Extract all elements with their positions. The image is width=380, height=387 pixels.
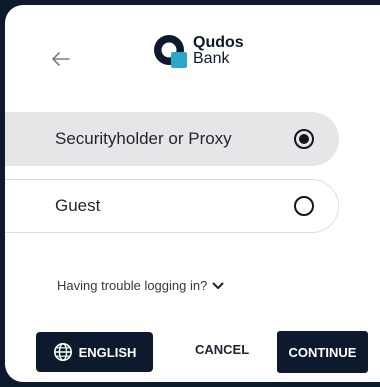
radio-button-checked[interactable] — [294, 129, 314, 149]
brand-logo: Qudos Bank — [151, 32, 244, 70]
option-label: Securityholder or Proxy — [55, 129, 232, 148]
option-securityholder[interactable]: Securityholder or Proxy — [5, 112, 339, 166]
arrow-left-icon — [52, 52, 70, 66]
language-button[interactable]: ENGLISH — [36, 332, 153, 372]
brand-name: Qudos — [193, 34, 244, 51]
trouble-logging-in-toggle[interactable]: Having trouble logging in? — [57, 278, 224, 293]
trouble-logging-in-label: Having trouble logging in? — [57, 278, 208, 293]
option-guest[interactable]: Guest — [5, 179, 339, 233]
chevron-down-icon — [212, 282, 224, 289]
continue-button[interactable]: CONTINUE — [277, 331, 368, 373]
back-button[interactable] — [49, 47, 73, 71]
globe-icon — [53, 343, 72, 361]
login-panel: Qudos Bank Securityholder or Proxy Guest… — [5, 5, 380, 382]
cancel-button[interactable]: CANCEL — [195, 342, 249, 357]
brand-subtitle: Bank — [193, 50, 230, 67]
radio-button-unchecked[interactable] — [294, 196, 314, 216]
qudos-logo-icon — [154, 35, 187, 68]
option-label: Guest — [55, 196, 101, 215]
language-label: ENGLISH — [78, 344, 137, 360]
